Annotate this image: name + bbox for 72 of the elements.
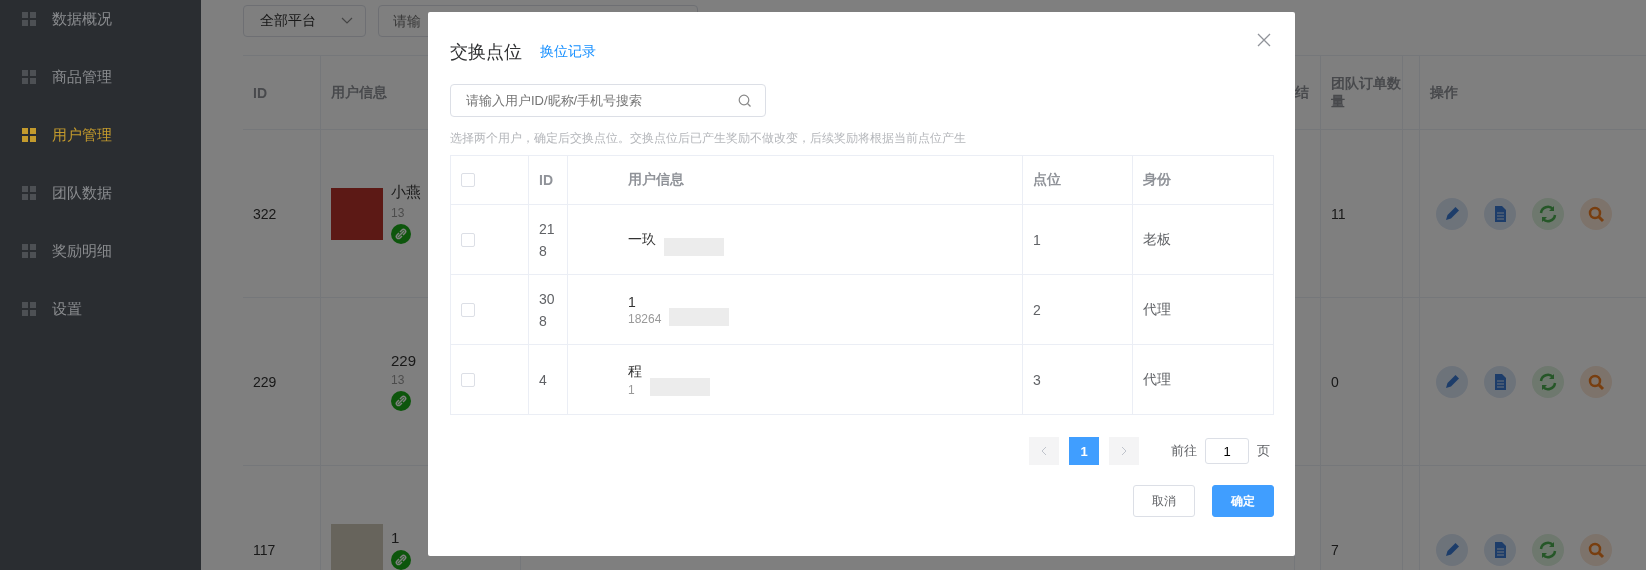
search-icon[interactable] bbox=[1580, 197, 1612, 230]
edit-icon[interactable] bbox=[1436, 197, 1468, 230]
table-cell-text: 218 bbox=[539, 219, 556, 261]
table-cell: 代理 bbox=[1143, 300, 1171, 319]
table-cell: 1 bbox=[1033, 231, 1041, 248]
grid-icon bbox=[22, 70, 36, 84]
sidebar-item[interactable]: 商品管理 bbox=[0, 48, 201, 106]
refresh-icon[interactable] bbox=[1532, 533, 1564, 566]
link-icon bbox=[391, 391, 411, 411]
user-name: 1 bbox=[391, 529, 401, 546]
refresh-icon[interactable] bbox=[1532, 197, 1564, 230]
grid-icon bbox=[22, 302, 36, 316]
history-link[interactable]: 换位记录 bbox=[540, 43, 596, 61]
grid-icon bbox=[22, 12, 36, 26]
close-icon[interactable] bbox=[1257, 33, 1271, 47]
table-cell-text: 308 bbox=[539, 289, 556, 331]
page-button[interactable]: 1 bbox=[1069, 437, 1099, 465]
user-name: 229 bbox=[391, 352, 417, 369]
page-suffix: 页 bbox=[1257, 442, 1270, 460]
document-icon[interactable] bbox=[1484, 197, 1516, 230]
page-input[interactable]: 1 bbox=[1205, 438, 1249, 464]
column-header: 点位 bbox=[1033, 171, 1061, 189]
phone-number: 1 bbox=[628, 382, 636, 397]
sidebar-item[interactable]: 团队数据 bbox=[0, 164, 201, 222]
search-field[interactable]: 请输入用户ID/昵称/手机号搜索 bbox=[450, 84, 766, 117]
sidebar-item[interactable]: 奖励明细 bbox=[0, 222, 201, 280]
column-header: 用户信息 bbox=[628, 171, 684, 189]
table-cell: 0 bbox=[1331, 373, 1339, 390]
table-cell: 117 bbox=[253, 541, 276, 558]
cancel-button[interactable]: 取消 bbox=[1133, 485, 1195, 517]
platform-select[interactable]: 全部平台 bbox=[243, 5, 366, 37]
table-cell: 322 bbox=[253, 205, 277, 222]
sidebar-item[interactable]: 数据概况 bbox=[0, 0, 201, 48]
edit-icon[interactable] bbox=[1436, 365, 1468, 398]
confirm-button[interactable]: 确定 bbox=[1212, 485, 1274, 517]
chevron-right-icon bbox=[1121, 446, 1127, 456]
user-name: 一玖 bbox=[628, 230, 656, 249]
document-icon[interactable] bbox=[1484, 533, 1516, 566]
user-name: 程 bbox=[628, 362, 642, 381]
search-icon bbox=[738, 94, 752, 108]
search-icon[interactable] bbox=[1580, 365, 1612, 398]
hint-text: 选择两个用户，确定后交换点位。交换点位后已产生奖励不做改变，后续奖励将根据当前点位产生 bbox=[450, 130, 967, 147]
document-icon[interactable] bbox=[1484, 365, 1516, 398]
table-cell: 2 bbox=[1033, 301, 1041, 318]
table-cell: 11 bbox=[1331, 205, 1346, 222]
table-cell-text: 4 bbox=[539, 370, 548, 390]
sidebar-item[interactable]: 设置 bbox=[0, 280, 201, 338]
checkbox[interactable] bbox=[461, 232, 475, 247]
user-name: 小燕 bbox=[391, 183, 421, 202]
checkbox[interactable] bbox=[461, 302, 475, 317]
link-icon bbox=[391, 224, 411, 244]
search-icon[interactable] bbox=[1580, 533, 1612, 566]
chevron-left-icon bbox=[1041, 446, 1047, 456]
refresh-icon[interactable] bbox=[1532, 365, 1564, 398]
sidebar-item[interactable]: 用户管理 bbox=[0, 106, 201, 164]
column-header: ID bbox=[539, 172, 553, 188]
table-cell: 老板 bbox=[1143, 230, 1171, 249]
table-cell: 代理 bbox=[1143, 370, 1171, 389]
column-header: 身份 bbox=[1143, 171, 1171, 189]
table-cell: 7 bbox=[1331, 541, 1339, 558]
goto-label: 前往 bbox=[1171, 442, 1197, 460]
checkbox[interactable] bbox=[461, 372, 475, 387]
table-cell: 3 bbox=[1033, 371, 1041, 388]
grid-icon bbox=[22, 244, 36, 258]
checkbox[interactable] bbox=[461, 173, 475, 187]
grid-icon bbox=[22, 128, 36, 142]
user-name: 1 bbox=[628, 293, 637, 310]
edit-icon[interactable] bbox=[1436, 533, 1468, 566]
phone-number: 18264 bbox=[628, 311, 662, 326]
table-cell: 229 bbox=[253, 373, 277, 390]
grid-icon bbox=[22, 186, 36, 200]
caret-icon bbox=[341, 17, 353, 25]
